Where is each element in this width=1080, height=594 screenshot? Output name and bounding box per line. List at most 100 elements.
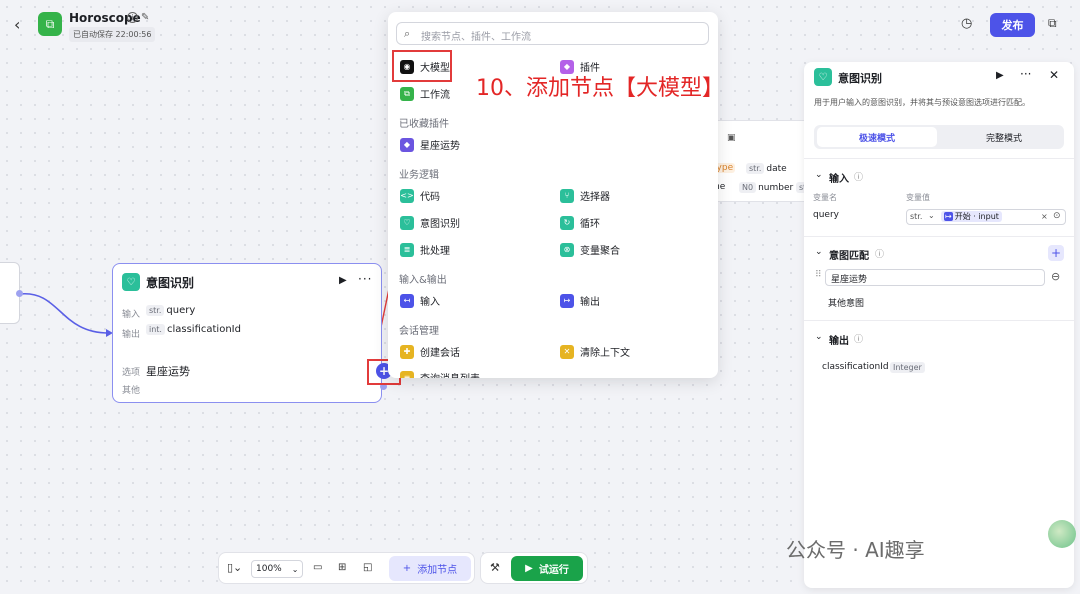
zoom-select[interactable]: 100% ⌄ — [251, 560, 303, 578]
node-item-loop[interactable]: ↻ 循环 — [560, 215, 600, 230]
workflow-icon: ⧉ — [400, 86, 414, 101]
section-title: 会话管理 — [399, 326, 439, 337]
test-run-button[interactable]: ▶ 试运行 — [511, 556, 583, 581]
node-item-create-conversation[interactable]: ✚ 创建会话 — [400, 344, 460, 359]
close-icon[interactable]: ✕ — [1049, 68, 1059, 82]
watermark-logo-icon — [1048, 520, 1076, 548]
panel-title: 意图识别 — [838, 72, 882, 85]
intent-icon: ♡ — [814, 68, 832, 86]
var-value-field[interactable]: str. ⌄ ↦ 开始 · input × ⊙ — [906, 209, 1066, 225]
type-tag: int. — [146, 324, 165, 335]
search-placeholder: 搜索节点、插件、工作流 — [421, 32, 531, 43]
play-icon[interactable]: ▶ — [339, 275, 347, 286]
node-item-input[interactable]: ↤ 输入 — [400, 293, 440, 308]
type-tag: str. — [146, 305, 165, 316]
output-label: 输出 — [122, 330, 141, 340]
tab-fast-mode[interactable]: 极速模式 — [817, 127, 937, 147]
plugin-icon: ◆ — [400, 137, 414, 152]
node-item-code[interactable]: <> 代码 — [400, 188, 440, 203]
divider — [804, 158, 1074, 159]
info-icon[interactable]: ⓘ — [854, 170, 863, 183]
type-tag: str. — [746, 163, 765, 174]
drag-handle-icon[interactable]: ⠿ — [815, 270, 822, 280]
aggregate-icon: ⊗ — [560, 242, 574, 257]
bg-node-chip: N0 number — [739, 182, 793, 193]
clear-icon[interactable]: × — [1041, 212, 1048, 221]
var-name: query — [813, 210, 839, 220]
input-icon: ↤ — [400, 293, 414, 308]
node-item-selector[interactable]: ⑂ 选择器 — [560, 188, 610, 203]
output-name: classificationId — [166, 324, 241, 335]
info-icon[interactable]: ⓘ — [875, 247, 884, 260]
node-item-horoscope[interactable]: ◆ 星座运势 — [400, 137, 460, 152]
chevron-down-icon[interactable]: ⌄ — [815, 170, 823, 180]
start-icon: ↦ — [944, 212, 953, 221]
match-section-title: 意图匹配 — [829, 251, 869, 262]
output-icon: ↦ — [560, 293, 574, 308]
input-label: 输入 — [122, 310, 141, 320]
node-item-output[interactable]: ↦ 输出 — [560, 293, 600, 308]
chevron-down-icon: ⌄ — [291, 564, 299, 574]
branch-icon: ⑂ — [560, 188, 574, 203]
input-name: query — [166, 305, 196, 316]
edge-start-to-intent — [19, 293, 111, 334]
node-config-panel: ♡ 意图识别 ▶ ··· ✕ 用于用户输入的意图识别，并将其与预设意图选项进行匹… — [804, 62, 1074, 588]
tab-full-mode[interactable]: 完整模式 — [944, 127, 1064, 147]
node-item-label: 输出 — [580, 297, 600, 308]
divider — [804, 236, 1074, 237]
add-intent-button[interactable]: + — [1048, 245, 1064, 261]
node-item-label: 意图识别 — [420, 219, 460, 230]
minimap-icon[interactable]: ◱ — [363, 562, 372, 573]
section-title: 输入&输出 — [399, 275, 447, 286]
node-search-input[interactable]: ⌕ 搜索节点、插件、工作流 — [396, 22, 709, 45]
node-title: 意图识别 — [146, 276, 195, 290]
test-run-label: 试运行 — [538, 565, 569, 576]
node-item-label: 星座运势 — [420, 141, 460, 152]
node-item-label: 循环 — [580, 219, 600, 230]
node-item-label: 创建会话 — [420, 348, 460, 359]
node-item-label: 清除上下文 — [580, 348, 630, 359]
wrench-icon[interactable]: ⚒ — [490, 561, 500, 574]
intent-recognition-node[interactable]: ♡ 意图识别 ▶ ··· 输入 str. query 输出 int. class… — [112, 263, 382, 403]
node-item-clear-context[interactable]: ✕ 清除上下文 — [560, 344, 630, 359]
node-item-intent[interactable]: ♡ 意图识别 — [400, 215, 460, 230]
var-ref: 开始 · input — [954, 212, 999, 221]
node-item-query-messages[interactable]: ≡ 查询消息列表 — [400, 370, 480, 378]
node-item-workflow[interactable]: ⧉ 工作流 — [400, 86, 450, 101]
node-item-batch[interactable]: ≣ 批处理 — [400, 242, 450, 257]
more-icon[interactable]: ··· — [358, 272, 372, 286]
chevron-down-icon[interactable]: ⌄ — [815, 332, 823, 342]
node-item-label: 输入 — [420, 297, 440, 308]
layout-icon[interactable]: ⊞ — [338, 562, 346, 573]
info-icon[interactable]: ⓘ — [854, 332, 863, 345]
settings-icon[interactable]: ⊙ — [1053, 211, 1061, 221]
image-icon: ▣ — [727, 133, 736, 143]
remove-icon[interactable]: ⊖ — [1051, 270, 1060, 283]
var-name-header: 变量名 — [813, 193, 837, 202]
panel-description: 用于用户输入的意图识别，并将其与预设意图选项进行匹配。 — [814, 98, 1030, 107]
highlight-box — [392, 50, 452, 82]
output-type-tag: Integer — [890, 362, 925, 373]
input-section-title: 输入 — [829, 174, 849, 185]
bg-node-chip: str. date — [746, 163, 787, 174]
bg-node-field: date — [766, 163, 787, 174]
play-icon[interactable]: ▶ — [996, 70, 1004, 81]
more-icon[interactable]: ··· — [1020, 67, 1031, 81]
intent-icon: ♡ — [122, 273, 140, 291]
node-item-label: 工作流 — [420, 90, 450, 101]
output-name: classificationId — [822, 362, 889, 372]
chevron-down-icon[interactable]: ⌄ — [928, 211, 935, 220]
start-node-out-handle[interactable] — [16, 290, 23, 297]
mouse-icon[interactable]: ▯⌄ — [227, 561, 242, 574]
node-item-label: 代码 — [420, 192, 440, 203]
other-label: 其他 — [122, 386, 141, 396]
add-node-button[interactable]: + 添加节点 — [389, 556, 471, 581]
tutorial-annotation: 10、添加节点【大模型】 — [476, 76, 724, 101]
node-item-variable-aggregate[interactable]: ⊗ 变量聚合 — [560, 242, 620, 257]
intent-match-input[interactable]: 星座运势 — [825, 269, 1045, 286]
code-icon: <> — [400, 188, 414, 203]
node-item-label: 选择器 — [580, 192, 610, 203]
comment-icon[interactable]: ▭ — [313, 562, 322, 573]
var-ref-chip[interactable]: ↦ 开始 · input — [941, 211, 1002, 222]
chevron-down-icon[interactable]: ⌄ — [815, 247, 823, 257]
